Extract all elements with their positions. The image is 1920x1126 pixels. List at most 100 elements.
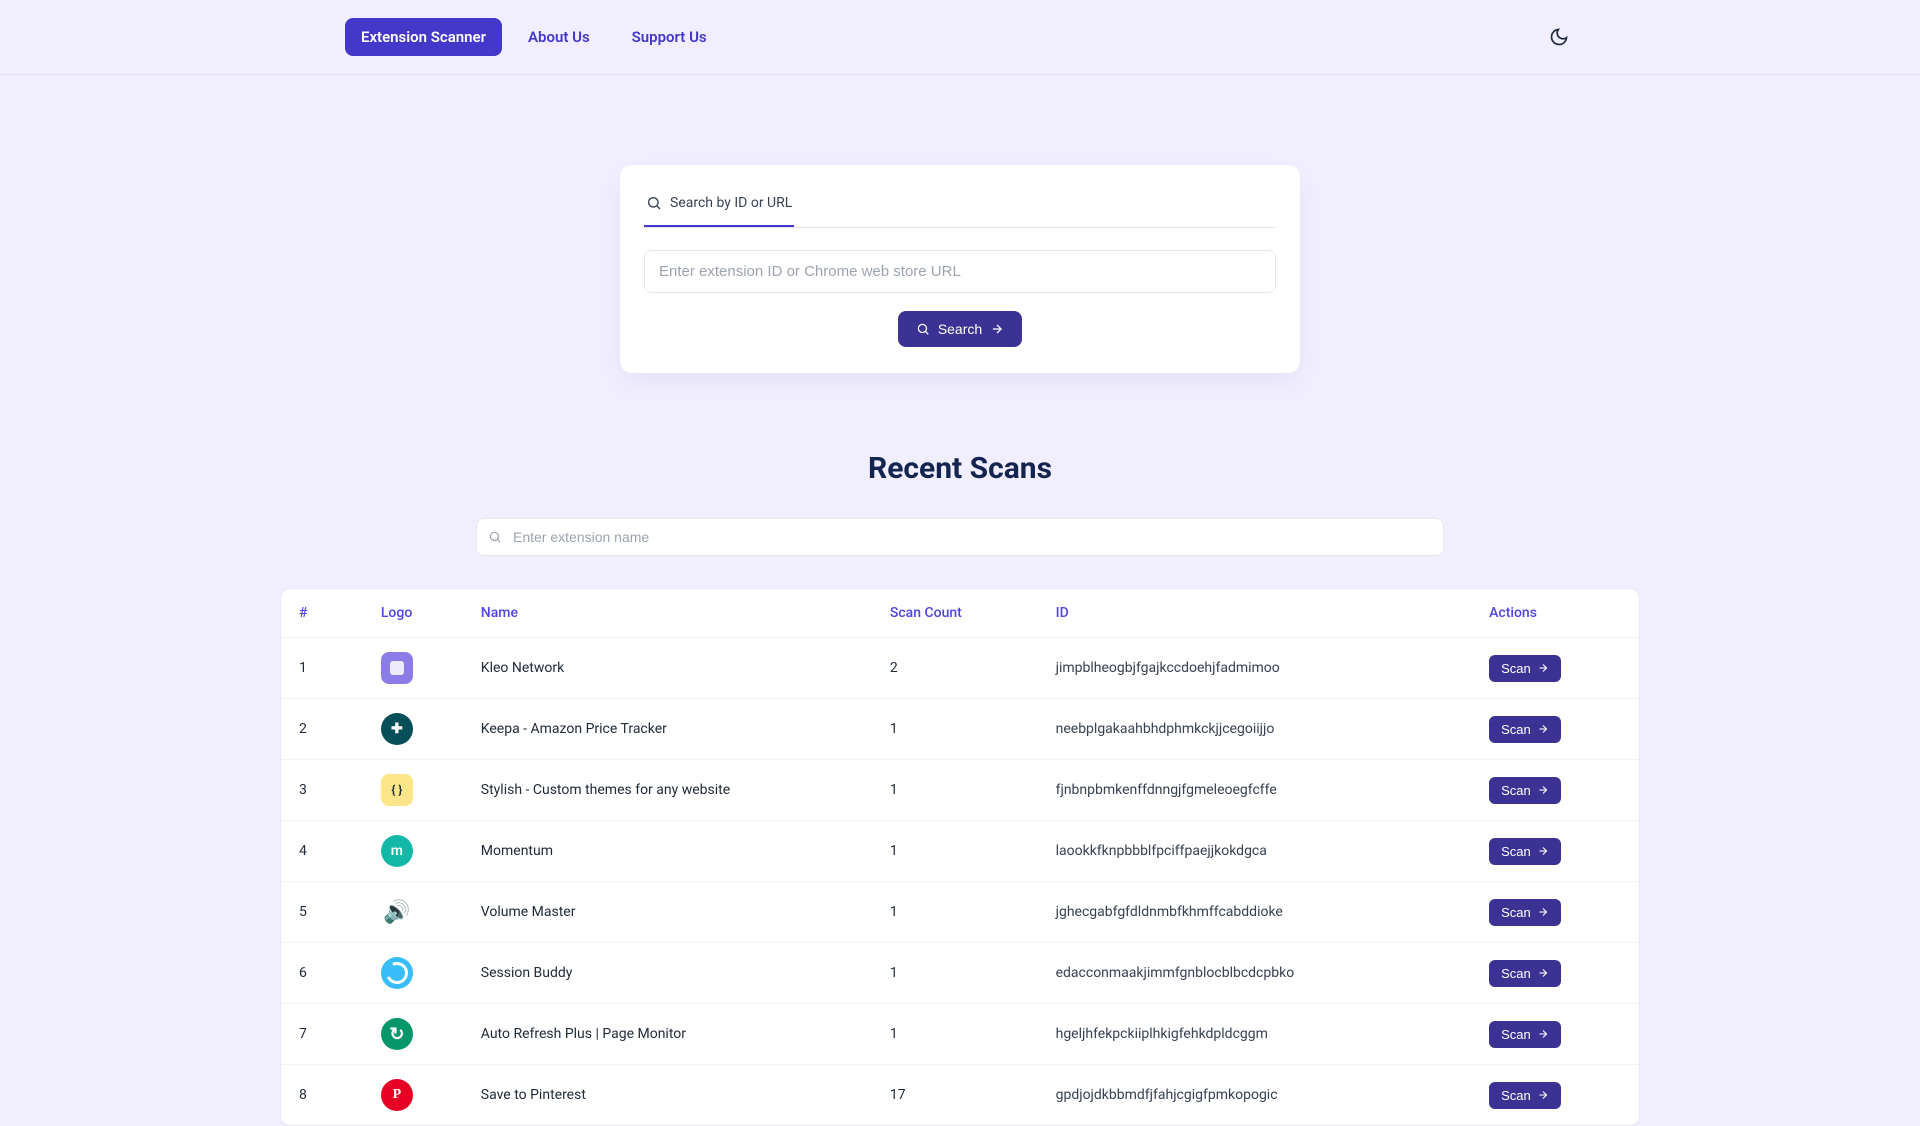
extension-logo-icon — [381, 835, 413, 867]
search-button[interactable]: Search — [898, 311, 1022, 347]
scan-button[interactable]: Scan — [1489, 1021, 1561, 1048]
main: Search by ID or URL Search Recent Scans — [0, 75, 1920, 1126]
cell-scan-count: 1 — [872, 1004, 1038, 1065]
search-icon — [916, 322, 930, 336]
cell-actions: Scan — [1471, 882, 1639, 943]
col-number: # — [281, 589, 363, 638]
cell-name: Auto Refresh Plus | Page Monitor — [463, 1004, 872, 1065]
arrow-right-icon — [1537, 723, 1549, 735]
scan-button[interactable]: Scan — [1489, 1082, 1561, 1109]
cell-name: Stylish - Custom themes for any website — [463, 760, 872, 821]
tab-search-label: Search by ID or URL — [670, 195, 792, 211]
cell-logo — [363, 638, 463, 699]
arrow-right-icon — [1537, 784, 1549, 796]
extension-logo-icon — [381, 1079, 413, 1111]
cell-actions: Scan — [1471, 943, 1639, 1004]
arrow-right-icon — [1537, 662, 1549, 674]
table-row: 3 Stylish - Custom themes for any websit… — [281, 760, 1639, 821]
scan-button[interactable]: Scan — [1489, 838, 1561, 865]
cell-scan-count: 1 — [872, 699, 1038, 760]
nav-support-us[interactable]: Support Us — [616, 18, 723, 56]
scan-button[interactable]: Scan — [1489, 655, 1561, 682]
cell-id: edacconmaakjimmfgnblocblbcdcpbko — [1038, 943, 1472, 1004]
scan-button-label: Scan — [1501, 722, 1531, 737]
search-icon — [646, 195, 662, 211]
cell-scan-count: 17 — [872, 1065, 1038, 1126]
col-logo: Logo — [363, 589, 463, 638]
cell-id: neebplgakaahbhdphmkckjjcegoiijjo — [1038, 699, 1472, 760]
cell-actions: Scan — [1471, 760, 1639, 821]
extension-logo-icon — [381, 652, 413, 684]
table-header-row: # Logo Name Scan Count ID Actions — [281, 589, 1639, 638]
cell-logo — [363, 699, 463, 760]
search-tabs: Search by ID or URL — [644, 185, 1276, 228]
cell-number: 6 — [281, 943, 363, 1004]
moon-icon — [1549, 27, 1569, 47]
col-scan-count: Scan Count — [872, 589, 1038, 638]
cell-logo — [363, 821, 463, 882]
cell-actions: Scan — [1471, 1004, 1639, 1065]
cell-name: Session Buddy — [463, 943, 872, 1004]
cell-id: jimpblheogbjfgajkccdoehjfadmimoo — [1038, 638, 1472, 699]
scan-button[interactable]: Scan — [1489, 777, 1561, 804]
cell-number: 3 — [281, 760, 363, 821]
scan-button-label: Scan — [1501, 1088, 1531, 1103]
cell-id: gpdjojdkbbmdfjfahjcgigfpmkopogic — [1038, 1065, 1472, 1126]
cell-id: hgeljhfekpckiiplhkigfehkdpldcggm — [1038, 1004, 1472, 1065]
search-icon — [488, 530, 502, 544]
filter-row — [476, 518, 1444, 556]
nav-extension-scanner[interactable]: Extension Scanner — [345, 18, 502, 56]
cell-id: laookkfknpbbblfpciffpaejjkokdgca — [1038, 821, 1472, 882]
nav-about-us[interactable]: About Us — [512, 18, 606, 56]
table-row: 7 Auto Refresh Plus | Page Monitor 1 hge… — [281, 1004, 1639, 1065]
recent-scans-title: Recent Scans — [868, 451, 1052, 486]
table-row: 4 Momentum 1 laookkfknpbbblfpciffpaejjko… — [281, 821, 1639, 882]
table-row: 5 Volume Master 1 jghecgabfgfdldnmbfkhmf… — [281, 882, 1639, 943]
cell-name: Momentum — [463, 821, 872, 882]
extension-name-filter[interactable] — [476, 518, 1444, 556]
cell-number: 1 — [281, 638, 363, 699]
cell-scan-count: 1 — [872, 821, 1038, 882]
table-row: 2 Keepa - Amazon Price Tracker 1 neebplg… — [281, 699, 1639, 760]
table-row: 8 Save to Pinterest 17 gpdjojdkbbmdfjfah… — [281, 1065, 1639, 1126]
col-name: Name — [463, 589, 872, 638]
cell-actions: Scan — [1471, 638, 1639, 699]
arrow-right-icon — [1537, 1089, 1549, 1101]
table-row: 1 Kleo Network 2 jimpblheogbjfgajkccdoeh… — [281, 638, 1639, 699]
scan-button-label: Scan — [1501, 966, 1531, 981]
cell-scan-count: 1 — [872, 882, 1038, 943]
cell-name: Save to Pinterest — [463, 1065, 872, 1126]
table-row: 6 Session Buddy 1 edacconmaakjimmfgnbloc… — [281, 943, 1639, 1004]
search-card: Search by ID or URL Search — [620, 165, 1300, 373]
cell-logo — [363, 882, 463, 943]
header: Extension Scanner About Us Support Us — [0, 0, 1920, 75]
cell-actions: Scan — [1471, 821, 1639, 882]
cell-actions: Scan — [1471, 1065, 1639, 1126]
scan-button[interactable]: Scan — [1489, 899, 1561, 926]
recent-scans-table: # Logo Name Scan Count ID Actions 1 Kleo… — [280, 588, 1640, 1126]
cell-logo — [363, 943, 463, 1004]
scan-button-label: Scan — [1501, 661, 1531, 676]
cell-name: Kleo Network — [463, 638, 872, 699]
extension-logo-icon — [381, 774, 413, 806]
cell-name: Volume Master — [463, 882, 872, 943]
extension-id-input[interactable] — [644, 250, 1276, 293]
cell-id: fjnbnpbmkenffdnngjfgmeleoegfcffe — [1038, 760, 1472, 821]
tab-search-by-id[interactable]: Search by ID or URL — [644, 185, 794, 227]
cell-id: jghecgabfgfdldnmbfkhmffcabddioke — [1038, 882, 1472, 943]
scan-button-label: Scan — [1501, 844, 1531, 859]
search-button-label: Search — [938, 321, 982, 337]
extension-logo-icon — [381, 1018, 413, 1050]
scan-button-label: Scan — [1501, 905, 1531, 920]
cell-number: 5 — [281, 882, 363, 943]
scan-button-label: Scan — [1501, 1027, 1531, 1042]
theme-toggle[interactable] — [1543, 21, 1575, 53]
arrow-right-icon — [1537, 906, 1549, 918]
top-nav: Extension Scanner About Us Support Us — [345, 18, 723, 56]
extension-logo-icon — [381, 896, 413, 928]
scan-button[interactable]: Scan — [1489, 716, 1561, 743]
cell-number: 4 — [281, 821, 363, 882]
cell-scan-count: 1 — [872, 760, 1038, 821]
arrow-right-icon — [1537, 1028, 1549, 1040]
scan-button[interactable]: Scan — [1489, 960, 1561, 987]
